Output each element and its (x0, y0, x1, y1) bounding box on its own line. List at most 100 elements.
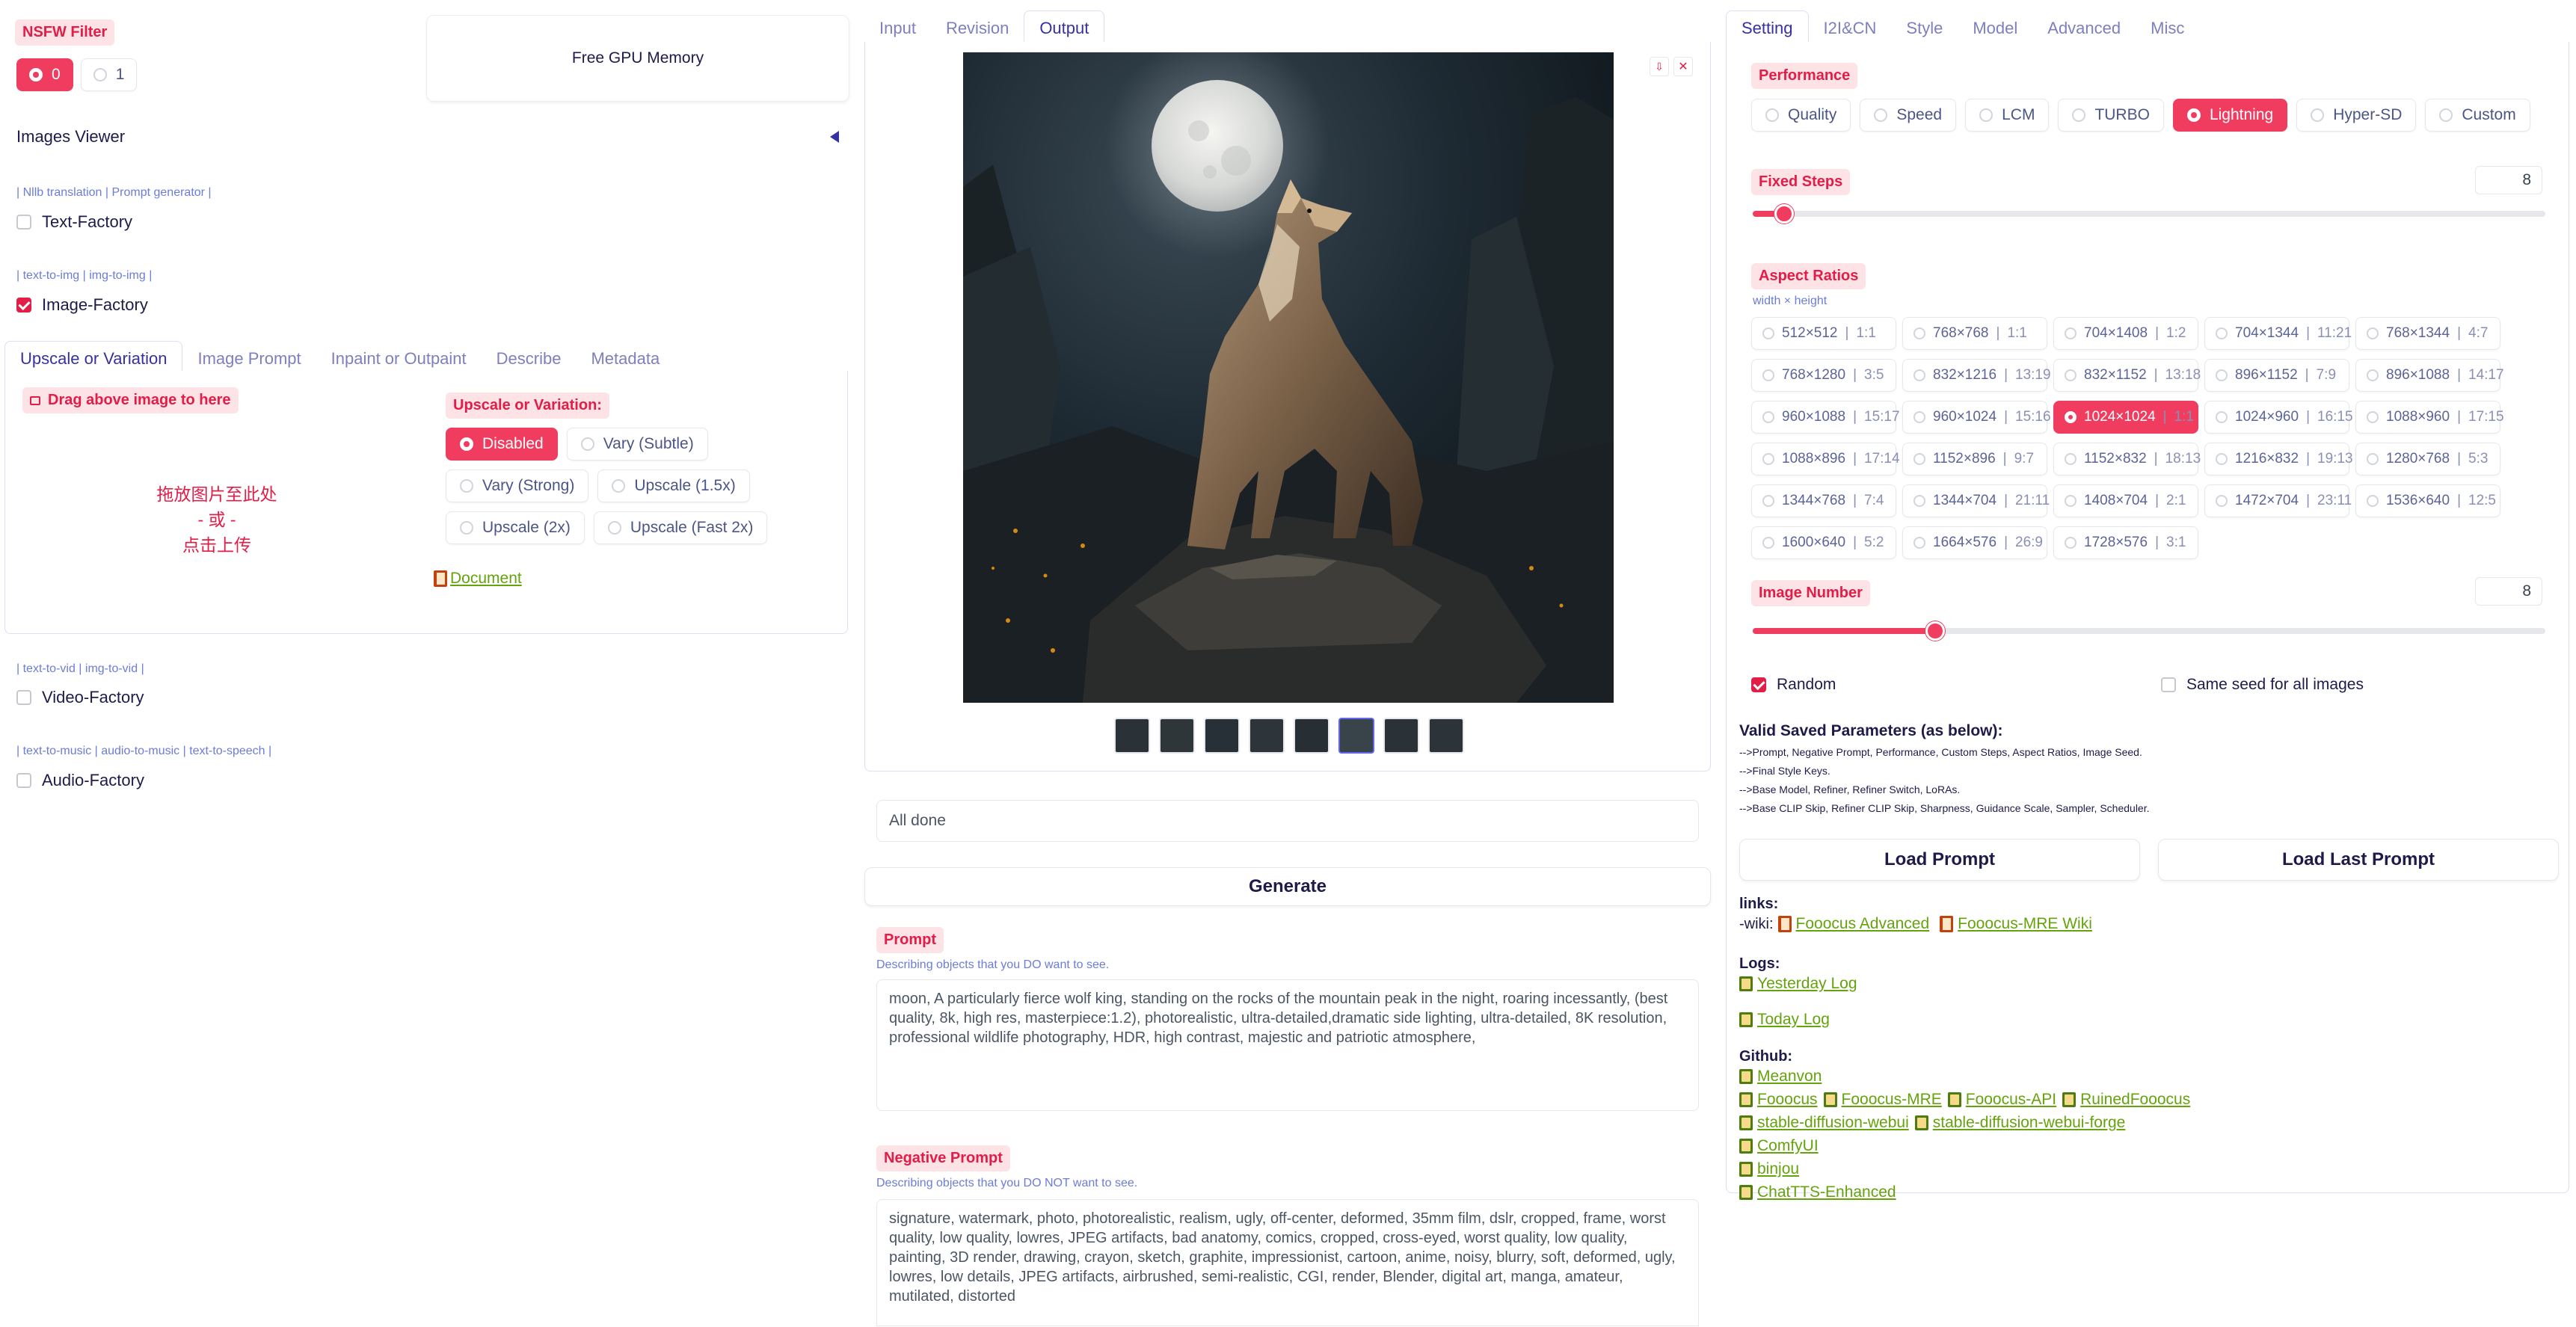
wiki-link-fooocus-mre[interactable]: Fooocus-MRE Wiki (1958, 915, 2092, 933)
aspect-ratio-option[interactable]: 768×768 | 1:1 (1902, 317, 2047, 350)
text-factory-checkbox[interactable]: Text-Factory (16, 212, 132, 232)
performance-option-label: Lightning (2209, 106, 2274, 123)
aspect-ratio-option[interactable]: 1088×960 | 17:15 (2355, 401, 2504, 434)
thumbnail[interactable] (1383, 718, 1419, 754)
thumbnail[interactable] (1204, 718, 1240, 754)
aspect-ratio-option[interactable]: 1024×960 | 16:15 (2204, 401, 2353, 434)
aspect-ratio-option[interactable]: 1408×704 | 2:1 (2053, 484, 2198, 517)
performance-turbo[interactable]: TURBO (2058, 99, 2164, 132)
thumbnail[interactable] (1428, 718, 1464, 754)
aspect-ratio-option[interactable]: 768×1280 | 3:5 (1751, 359, 1896, 392)
aspect-ratio-option[interactable]: 1152×896 | 9:7 (1902, 443, 2047, 475)
slider-handle[interactable] (1925, 621, 1945, 641)
aspect-ratio-option[interactable]: 1664×576 | 26:9 (1902, 526, 2047, 559)
tab-misc[interactable]: Misc (2136, 11, 2199, 46)
negative-prompt-textarea[interactable]: signature, watermark, photo, photorealis… (876, 1199, 1699, 1326)
aspect-ratio-option[interactable]: 1024×1024 | 1:1 (2053, 401, 2198, 434)
thumbnail[interactable] (1249, 718, 1285, 754)
github-link-ruinedfooocus[interactable]: RuinedFooocus (2080, 1091, 2190, 1109)
aspect-ratio-option[interactable]: 1472×704 | 23:11 (2204, 484, 2352, 517)
generate-button[interactable]: Generate (864, 867, 1711, 906)
audio-factory-checkbox[interactable]: Audio-Factory (16, 771, 144, 790)
tab-style[interactable]: Style (1891, 11, 1958, 46)
performance-hyper-sd[interactable]: Hyper-SD (2296, 99, 2417, 132)
upscale-option-1-5x[interactable]: Upscale (1.5x) (597, 469, 750, 502)
aspect-ratio-option[interactable]: 896×1152 | 7:9 (2204, 359, 2349, 392)
github-link-sd-webui-forge[interactable]: stable-diffusion-webui-forge (1933, 1114, 2126, 1132)
tab-i2i-cn[interactable]: I2I&CN (1809, 11, 1892, 46)
load-prompt-button[interactable]: Load Prompt (1739, 839, 2140, 881)
github-link-fooocus[interactable]: Fooocus (1757, 1091, 1818, 1109)
aspect-ratio-option[interactable]: 1728×576 | 3:1 (2053, 526, 2198, 559)
github-link-fooocus-api[interactable]: Fooocus-API (1966, 1091, 2056, 1109)
aspect-ratio-option[interactable]: 704×1344 | 11:21 (2204, 317, 2352, 350)
random-checkbox[interactable]: Random (1751, 676, 1836, 694)
aspect-ratio-option[interactable]: 704×1408 | 1:2 (2053, 317, 2198, 350)
performance-quality[interactable]: Quality (1751, 99, 1851, 132)
yesterday-log-link[interactable]: Yesterday Log (1757, 975, 1857, 993)
wiki-link-fooocus-advanced[interactable]: Fooocus Advanced (1796, 915, 1930, 933)
load-last-prompt-button[interactable]: Load Last Prompt (2158, 839, 2559, 881)
image-number-input[interactable]: 8 (2475, 577, 2542, 606)
video-factory-checkbox[interactable]: Video-Factory (16, 688, 144, 707)
aspect-ratio-option[interactable]: 1344×704 | 21:11 (1902, 484, 2050, 517)
image-number-slider[interactable] (1753, 621, 2545, 641)
tab-input[interactable]: Input (864, 11, 931, 46)
github-link-comfyui[interactable]: ComfyUI (1757, 1137, 1819, 1155)
aspect-ratio-option[interactable]: 832×1216 | 13:19 (1902, 359, 2051, 392)
nsfw-option-1[interactable]: 1 (80, 58, 138, 91)
aspect-ratio-option[interactable]: 1216×832 | 19:13 (2204, 443, 2353, 475)
aspect-ratio-option[interactable]: 896×1088 | 14:17 (2355, 359, 2504, 392)
thumbnail[interactable] (1159, 718, 1195, 754)
download-icon[interactable]: ⇩ (1650, 57, 1669, 76)
images-viewer-accordion[interactable]: Images Viewer (16, 127, 839, 147)
aspect-ratio-option[interactable]: 1536×640 | 12:5 (2355, 484, 2500, 517)
aspect-ratio-option[interactable]: 1152×832 | 18:13 (2053, 443, 2201, 475)
tab-setting[interactable]: Setting (1726, 10, 1809, 46)
aspect-ratio-option[interactable]: 1344×768 | 7:4 (1751, 484, 1896, 517)
book-icon (434, 570, 447, 587)
github-link-sd-webui[interactable]: stable-diffusion-webui (1757, 1114, 1909, 1132)
aspect-ratio-option[interactable]: 1088×896 | 17:14 (1751, 443, 1900, 475)
upscale-option-2x[interactable]: Upscale (2x) (446, 511, 585, 544)
aspect-ratio-option[interactable]: 1600×640 | 5:2 (1751, 526, 1896, 559)
thumbnail[interactable] (1294, 718, 1330, 754)
same-seed-checkbox[interactable]: Same seed for all images (2161, 676, 2364, 694)
aspect-ratio-option[interactable]: 512×512 | 1:1 (1751, 317, 1896, 350)
upscale-option-fast-2x[interactable]: Upscale (Fast 2x) (593, 511, 768, 544)
free-gpu-memory-button[interactable]: Free GPU Memory (426, 15, 849, 102)
github-link-chattts-enhanced[interactable]: ChatTTS-Enhanced (1757, 1183, 1896, 1201)
tab-advanced[interactable]: Advanced (2032, 11, 2136, 46)
aspect-ratio-option[interactable]: 1280×768 | 5:3 (2355, 443, 2500, 475)
aspect-ratio-option[interactable]: 960×1024 | 15:16 (1902, 401, 2051, 434)
generated-image[interactable] (963, 52, 1614, 703)
upscale-option-disabled[interactable]: Disabled (446, 428, 558, 461)
fixed-steps-slider[interactable] (1753, 204, 2545, 224)
upscale-option-vary-strong[interactable]: Vary (Strong) (446, 469, 589, 502)
tab-model[interactable]: Model (1958, 11, 2032, 46)
upscale-option-vary-subtle[interactable]: Vary (Subtle) (566, 428, 708, 461)
performance-custom[interactable]: Custom (2425, 99, 2530, 132)
github-link-meanvon[interactable]: Meanvon (1757, 1068, 1822, 1086)
image-factory-checkbox[interactable]: Image-Factory (16, 295, 148, 315)
aspect-ratio-option[interactable]: 832×1152 | 13:18 (2053, 359, 2201, 392)
prompt-textarea[interactable]: moon, A particularly fierce wolf king, s… (876, 979, 1699, 1111)
close-icon[interactable]: ✕ (1673, 57, 1693, 76)
performance-lightning[interactable]: Lightning (2172, 99, 2288, 132)
aspect-ratio-option[interactable]: 768×1344 | 4:7 (2355, 317, 2500, 350)
github-link-binjou[interactable]: binjou (1757, 1160, 1799, 1178)
thumbnail-selected[interactable] (1338, 718, 1374, 754)
fixed-steps-input[interactable]: 8 (2475, 166, 2542, 194)
today-log-link[interactable]: Today Log (1757, 1011, 1830, 1029)
document-link[interactable]: Document (450, 570, 522, 588)
tab-revision[interactable]: Revision (931, 11, 1024, 46)
thumbnail[interactable] (1114, 718, 1150, 754)
collapse-arrow-icon[interactable] (830, 131, 839, 143)
image-upload-dropzone[interactable]: 拖放图片至此处 - 或 - 点击上传 (22, 419, 411, 621)
performance-speed[interactable]: Speed (1860, 99, 1957, 132)
nsfw-option-0[interactable]: 0 (16, 58, 73, 91)
github-link-fooocus-mre[interactable]: Fooocus-MRE (1842, 1091, 1942, 1109)
aspect-ratio-option[interactable]: 960×1088 | 15:17 (1751, 401, 1900, 434)
tab-output[interactable]: Output (1024, 10, 1105, 46)
performance-lcm[interactable]: LCM (1965, 99, 2050, 132)
